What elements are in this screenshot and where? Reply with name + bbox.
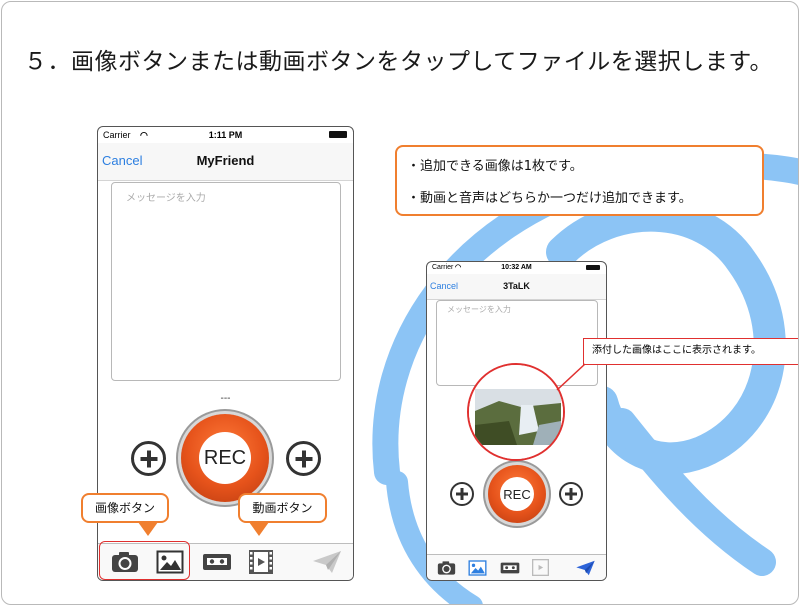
rec-button[interactable]: REC: [181, 414, 269, 502]
clock: 1:11 PM: [208, 130, 243, 140]
image-button-callout-label: 画像ボタン: [94, 501, 155, 515]
add-right-button[interactable]: [286, 441, 321, 476]
status-bar-small: Carrier ◠ 10:32 AM: [427, 262, 606, 274]
image-icon[interactable]: [468, 560, 487, 576]
rec-label: REC: [199, 432, 251, 484]
attached-image-thumbnail[interactable]: [469, 365, 565, 461]
clock-small: 10:32 AM: [501, 264, 532, 271]
note-line-1: ・追加できる画像は1枚です。: [407, 159, 583, 174]
status-bar: Carrier ◠ 1:11 PM: [98, 127, 353, 143]
message-placeholder: メッセージを入力: [126, 193, 206, 204]
add-right-button-small[interactable]: [559, 482, 583, 506]
page-heading: ５．画像ボタンまたは動画ボタンをタップしてファイルを選択します。: [24, 49, 774, 75]
camera-icon[interactable]: [437, 560, 456, 576]
duration-display: ---: [220, 393, 231, 404]
film-icon[interactable]: [248, 549, 274, 575]
video-callout-arrow: [249, 522, 269, 536]
notes-box: ・追加できる画像は1枚です。 ・動画と音声はどちらか一つだけ追加できます。: [395, 145, 764, 216]
message-input[interactable]: メッセージを入力: [111, 182, 341, 381]
slide: ５．画像ボタンまたは動画ボタンをタップしてファイルを選択します。 ・追加できる画…: [1, 1, 799, 605]
battery-icon: [329, 131, 347, 138]
tab-bar-small: [427, 554, 606, 580]
nav-bar: Cancel MyFriend: [98, 143, 353, 181]
rec-label-small: REC: [500, 477, 534, 511]
audio-tape-icon[interactable]: [500, 561, 520, 575]
image-buttons-highlight: [99, 541, 190, 580]
message-placeholder-small: メッセージを入力: [447, 305, 511, 314]
video-button-callout-label: 動画ボタン: [252, 501, 313, 515]
attached-image-label: 添付した画像はここに表示されます。: [583, 338, 798, 365]
battery-icon-small: [586, 265, 600, 270]
nav-title-small: 3TaLK: [503, 281, 530, 291]
attached-image-highlight: [467, 363, 565, 461]
paper-plane-icon[interactable]: [575, 559, 596, 577]
paper-plane-icon[interactable]: [311, 549, 343, 575]
audio-tape-icon[interactable]: [202, 552, 232, 572]
film-icon[interactable]: [532, 559, 549, 576]
image-button-callout: 画像ボタン: [81, 493, 169, 523]
video-button-callout: 動画ボタン: [238, 493, 327, 523]
add-left-button[interactable]: [131, 441, 166, 476]
image-callout-arrow: [138, 522, 158, 536]
note-line-2: ・動画と音声はどちらか一つだけ追加できます。: [407, 191, 692, 206]
nav-bar-small: Cancel 3TaLK: [427, 274, 606, 300]
nav-title: MyFriend: [196, 153, 255, 168]
add-left-button-small[interactable]: [450, 482, 474, 506]
rec-button-small[interactable]: REC: [488, 465, 546, 523]
